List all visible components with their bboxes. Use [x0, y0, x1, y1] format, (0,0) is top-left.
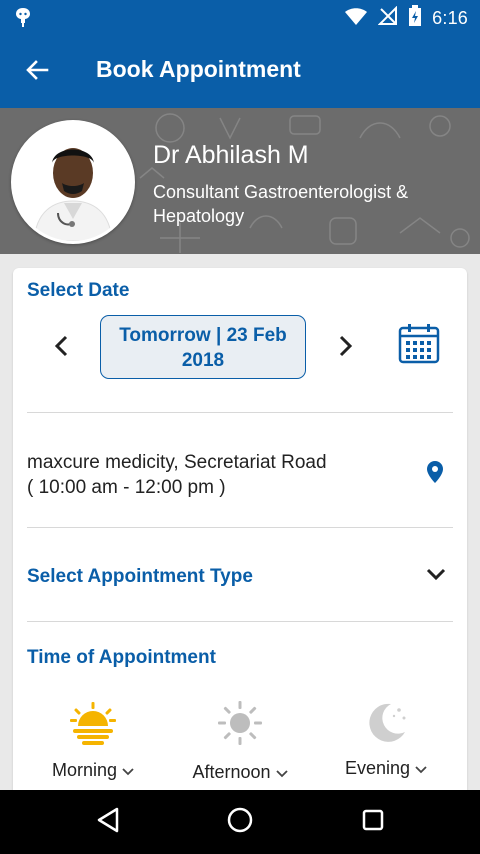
map-pin-button[interactable]: [427, 461, 445, 485]
battery-charging-icon: [408, 5, 422, 32]
selected-date[interactable]: Tomorrow | 23 Feb 2018: [100, 315, 306, 379]
page-title: Book Appointment: [96, 56, 301, 82]
recents-square-icon: [361, 808, 385, 837]
chevron-down-icon: [275, 762, 288, 782]
prev-date-button[interactable]: [49, 334, 73, 362]
slot-evening-text: Evening: [344, 758, 411, 778]
sunrise-icon: [38, 700, 148, 748]
slot-afternoon[interactable]: Afternoon: [185, 700, 295, 786]
slot-evening[interactable]: Evening: [331, 700, 441, 786]
chevron-down-icon: [415, 758, 427, 778]
nav-back-button[interactable]: [92, 806, 124, 838]
slot-afternoon-label: Afternoon: [185, 762, 295, 783]
next-date-button[interactable]: [334, 334, 358, 362]
calendar-icon: [398, 324, 440, 368]
clock: 6:16: [432, 8, 468, 28]
map-pin-icon: [427, 461, 443, 487]
date-selector: Tomorrow | 23 Feb 2018: [13, 314, 467, 382]
selected-date-line1: Tomorrow | 23 Feb: [119, 325, 287, 346]
clinic-location: maxcure medicity, Secretariat Road ( 10:…: [27, 450, 407, 500]
back-triangle-icon: [95, 806, 121, 839]
calendar-button[interactable]: [398, 322, 442, 368]
nav-recents-button[interactable]: [357, 806, 389, 838]
arrow-left-icon: [25, 59, 49, 86]
time-slots: Morning Afternoon Evening: [13, 700, 467, 790]
status-bar: 6:16: [0, 0, 480, 34]
slot-morning-label: Morning: [38, 760, 148, 781]
moon-icon: [331, 700, 441, 748]
chevron-down-icon: [122, 760, 134, 780]
back-button[interactable]: [22, 58, 52, 86]
doctor-name: Dr Abhilash M: [153, 141, 309, 169]
android-debug-icon: [14, 6, 32, 33]
chevron-right-icon: [339, 335, 353, 362]
app-bar: Book Appointment: [0, 34, 480, 108]
chevron-down-icon: [426, 568, 446, 584]
wifi-icon: [344, 6, 368, 31]
doctor-avatar: [11, 120, 135, 244]
clinic-timing: ( 10:00 am - 12:00 pm ): [27, 477, 226, 498]
divider: [27, 621, 453, 622]
nav-home-button[interactable]: [224, 806, 256, 838]
slot-morning-text: Morning: [51, 760, 117, 780]
divider: [27, 412, 453, 413]
doctor-banner: Dr Abhilash M Consultant Gastroenterolog…: [0, 108, 480, 254]
sun-icon: [185, 700, 295, 748]
divider: [27, 527, 453, 528]
appointment-type-label: Select Appointment Type: [27, 566, 253, 587]
selected-date-line2: 2018: [181, 350, 225, 371]
select-date-title: Select Date: [27, 280, 130, 301]
chevron-left-icon: [54, 335, 68, 362]
home-circle-icon: [226, 806, 254, 839]
appointment-type-dropdown[interactable]: Select Appointment Type: [13, 558, 467, 598]
time-of-appointment-title: Time of Appointment: [27, 647, 216, 668]
slot-morning[interactable]: Morning: [38, 700, 148, 786]
slot-afternoon-text: Afternoon: [192, 762, 271, 782]
doctor-specialization: Consultant Gastroenterologist & Hepatolo…: [153, 182, 409, 226]
slot-evening-label: Evening: [331, 758, 441, 779]
no-signal-icon: [377, 5, 398, 31]
system-nav-bar: [0, 790, 480, 854]
booking-card: Select Date Tomorrow | 23 Feb 2018 maxcu…: [13, 268, 467, 808]
clinic-address: maxcure medicity, Secretariat Road: [27, 452, 327, 473]
